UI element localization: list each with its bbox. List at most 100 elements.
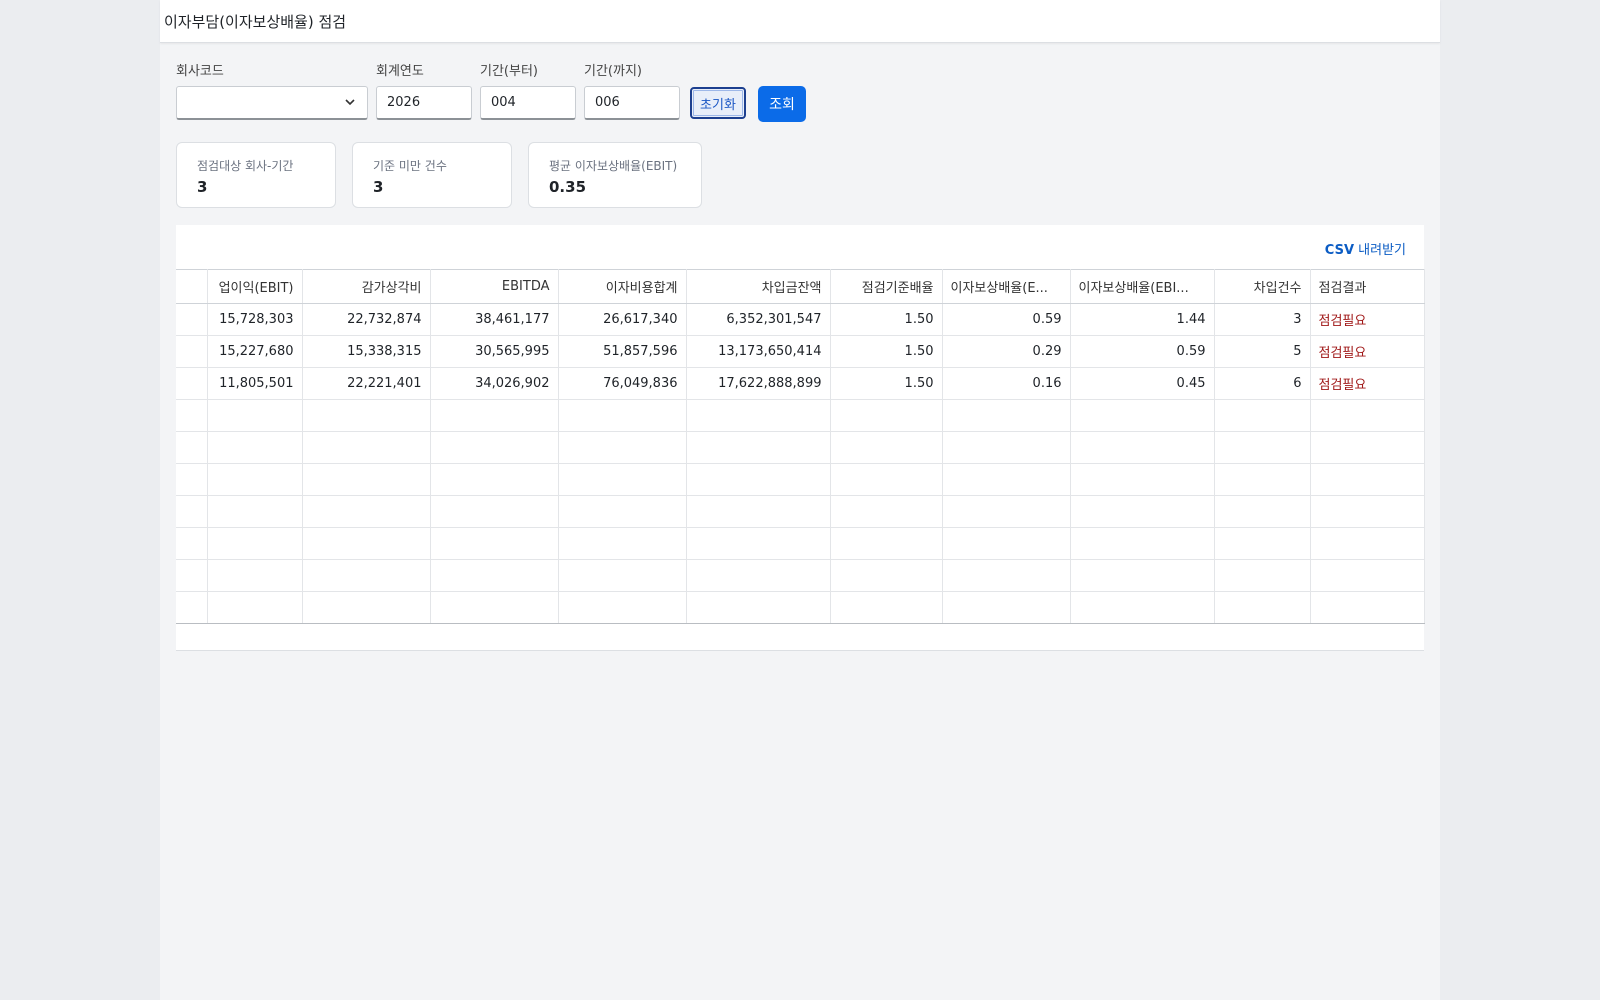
table-cell xyxy=(830,559,943,592)
table-cell xyxy=(207,399,303,432)
column-header[interactable]: EBITDA xyxy=(430,269,559,304)
table-cell xyxy=(1214,591,1311,624)
search-button[interactable]: 조회 xyxy=(758,86,806,122)
table-cell: 6,352,301,547 xyxy=(686,303,831,336)
table-header-row: 업이익(EBIT) 감가상각비 EBITDA 이자비용합계 차입금잔액 점검기준배율 이자보… xyxy=(176,269,1425,304)
table-cell xyxy=(942,559,1071,592)
table-cell xyxy=(176,527,208,560)
fiscal-year-input[interactable]: 2026 xyxy=(376,86,472,120)
table-cell: 51,857,596 xyxy=(558,335,687,368)
table-cell xyxy=(1310,559,1425,592)
table-cell: 22,732,874 xyxy=(302,303,431,336)
table-cell xyxy=(942,495,1071,528)
table-cell xyxy=(207,495,303,528)
table-cell xyxy=(558,431,687,464)
table-cell xyxy=(176,591,208,624)
table-cell xyxy=(302,527,431,560)
chevron-down-icon xyxy=(345,99,355,106)
period-from-input[interactable]: 004 xyxy=(480,86,576,120)
table-cell: 26,617,340 xyxy=(558,303,687,336)
kpi-value: 3 xyxy=(373,178,384,196)
empty-table-row[interactable] xyxy=(176,591,1425,624)
table-cell: 0.45 xyxy=(1070,367,1215,400)
empty-table-row[interactable] xyxy=(176,431,1425,464)
table-cell xyxy=(176,495,208,528)
table-cell xyxy=(830,399,943,432)
column-header[interactable] xyxy=(176,269,208,304)
table-cell: 1.50 xyxy=(830,335,943,368)
table-cell xyxy=(1214,399,1311,432)
table-cell: 1.50 xyxy=(830,367,943,400)
table-cell xyxy=(1070,591,1215,624)
empty-table-row[interactable] xyxy=(176,559,1425,592)
table-cell xyxy=(1214,463,1311,496)
period-to-input[interactable]: 006 xyxy=(584,86,680,120)
column-header[interactable]: 업이익(EBIT) xyxy=(207,269,303,304)
empty-table-row[interactable] xyxy=(176,495,1425,528)
table-row[interactable]: 11,805,501 22,221,401 34,026,902 76,049,836… xyxy=(176,367,1425,400)
table-cell xyxy=(558,527,687,560)
column-header[interactable]: 차입금잔액 xyxy=(686,269,831,304)
csv-download-link[interactable]: CSV 내려받기 xyxy=(1325,239,1406,258)
kpi-value: 3 xyxy=(197,178,208,196)
column-header[interactable]: 점검결과 xyxy=(1310,269,1425,304)
table-row[interactable]: 15,728,303 22,732,874 38,461,177 26,617,340… xyxy=(176,303,1425,336)
table-cell xyxy=(430,527,559,560)
table-cell: 17,622,888,899 xyxy=(686,367,831,400)
table-cell: 1.44 xyxy=(1070,303,1215,336)
kpi-average-ratio: 평균 이자보상배율(EBIT) 0.35 xyxy=(528,142,702,208)
column-header[interactable]: 이자보상배율(EBI... xyxy=(1070,269,1215,304)
table-cell xyxy=(1070,399,1215,432)
kpi-label: 평균 이자보상배율(EBIT) xyxy=(549,159,678,173)
table-cell xyxy=(942,591,1071,624)
empty-table-row[interactable] xyxy=(176,463,1425,496)
table-row[interactable]: 15,227,680 15,338,315 30,565,995 51,857,596… xyxy=(176,335,1425,368)
table-cell xyxy=(1214,431,1311,464)
table-cell xyxy=(830,495,943,528)
table-cell xyxy=(686,431,831,464)
table-cell xyxy=(686,399,831,432)
table-cell xyxy=(558,463,687,496)
kpi-label: 기준 미만 건수 xyxy=(373,159,447,173)
table-cell xyxy=(1214,495,1311,528)
table-cell xyxy=(176,559,208,592)
column-header[interactable]: 감가상각비 xyxy=(302,269,431,304)
table-cell xyxy=(302,399,431,432)
column-header[interactable]: 이자비용합계 xyxy=(558,269,687,304)
table-cell xyxy=(207,527,303,560)
column-header[interactable]: 점검기준배율 xyxy=(830,269,943,304)
table-cell: 15,338,315 xyxy=(302,335,431,368)
result-table: 업이익(EBIT) 감가상각비 EBITDA 이자비용합계 차입금잔액 점검기준배율 이자보… xyxy=(176,269,1425,624)
table-cell: 76,049,836 xyxy=(558,367,687,400)
table-cell xyxy=(1070,431,1215,464)
empty-table-row[interactable] xyxy=(176,399,1425,432)
table-cell xyxy=(302,559,431,592)
table-cell xyxy=(430,591,559,624)
table-cell xyxy=(830,527,943,560)
reset-button[interactable]: 초기화 xyxy=(690,87,746,119)
table-cell: 22,221,401 xyxy=(302,367,431,400)
company-code-select[interactable] xyxy=(176,86,368,120)
table-cell xyxy=(558,591,687,624)
table-cell: 11,805,501 xyxy=(207,367,303,400)
table-cell xyxy=(830,463,943,496)
table-cell xyxy=(942,399,1071,432)
table-cell xyxy=(430,399,559,432)
kpi-value: 0.35 xyxy=(549,178,587,196)
empty-table-row[interactable] xyxy=(176,527,1425,560)
table-cell xyxy=(302,463,431,496)
table-cell xyxy=(176,335,208,368)
table-cell: 0.16 xyxy=(942,367,1071,400)
table-cell xyxy=(558,495,687,528)
title-bar: 이자부담(이자보상배율) 점검 xyxy=(160,0,1440,43)
period-from-value: 004 xyxy=(491,95,516,110)
column-header[interactable]: 이자보상배율(E... xyxy=(942,269,1071,304)
table-cell xyxy=(207,431,303,464)
kpi-target-count: 점검대상 회사-기간 3 xyxy=(176,142,336,208)
table-cell xyxy=(430,559,559,592)
table-cell xyxy=(686,527,831,560)
column-header[interactable]: 차입건수 xyxy=(1214,269,1311,304)
table-cell xyxy=(1310,527,1425,560)
table-cell: 5 xyxy=(1214,335,1311,368)
table-cell xyxy=(558,399,687,432)
